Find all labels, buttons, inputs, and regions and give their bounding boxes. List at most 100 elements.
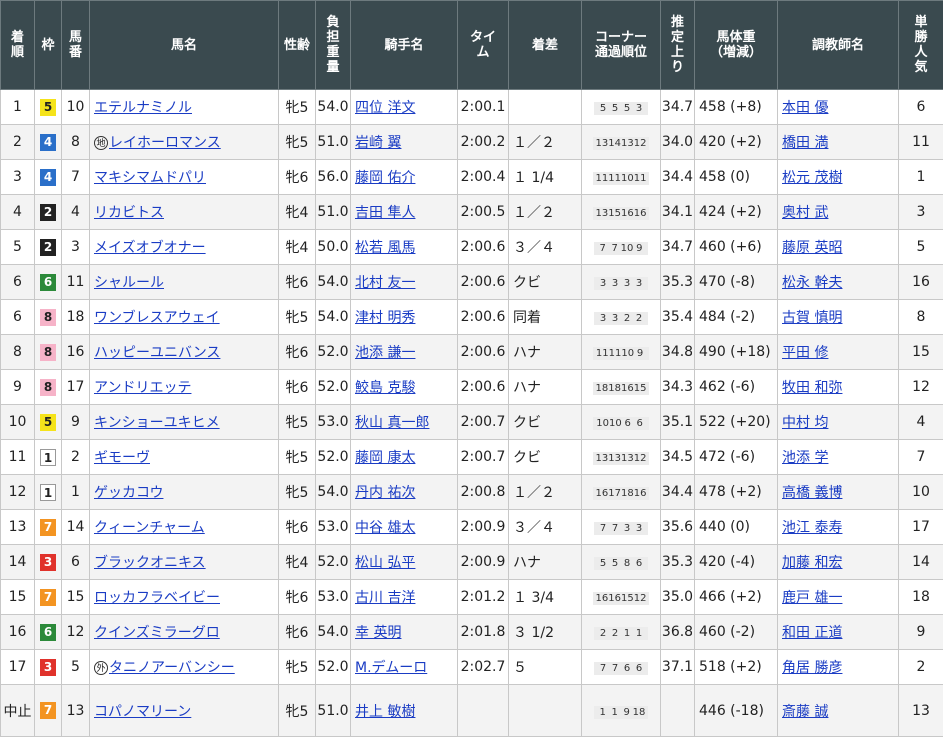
corner-position: 11 <box>595 173 609 184</box>
horse-name-link[interactable]: メイズオブオナー <box>94 240 206 256</box>
body-weight-cell: 522 (+20) <box>694 404 778 440</box>
corner-position: 7 <box>599 663 607 674</box>
horse-name-link[interactable]: コパノマリーン <box>94 704 191 720</box>
jockey-link[interactable]: 四位 洋文 <box>355 100 415 116</box>
jockey-link[interactable]: 幸 英明 <box>355 625 401 641</box>
jockey-link[interactable]: 中谷 雄太 <box>355 520 415 536</box>
waku-cell: 8 <box>34 369 62 405</box>
jockey-link[interactable]: 吉田 隼人 <box>355 205 415 221</box>
jockey-link[interactable]: 松山 弘平 <box>355 555 415 571</box>
header-text: 通過順位 <box>594 45 647 60</box>
horse-name-link[interactable]: レイホーロマンス <box>109 135 221 151</box>
jockey-link[interactable]: 井上 敏樹 <box>355 704 415 720</box>
jockey-link[interactable]: 丹内 祐次 <box>355 485 415 501</box>
popularity-value: 6 <box>916 99 926 115</box>
time-cell: 2:00.7 <box>457 404 509 440</box>
horse-name-link[interactable]: ギモーヴ <box>94 450 150 466</box>
jockey-cell: 幸 英明 <box>350 614 458 650</box>
horse-name-link[interactable]: ワンブレスアウェイ <box>94 310 220 326</box>
horse-name-link[interactable]: タニノアーバンシー <box>109 660 235 676</box>
table-row: 8 8 16 ハッピーユニバンス 牝6 52.0 池添 謙一 2:00.6 ハナ 11 11 10 9 3… <box>0 334 943 370</box>
weight-cell: 51.0 <box>315 684 351 737</box>
horse-name-link[interactable]: ゲッカコウ <box>94 485 163 501</box>
corner-cell: 13 13 13 12 <box>581 439 661 475</box>
trainer-link[interactable]: 奥村 武 <box>782 205 828 221</box>
jockey-link[interactable]: 秋山 真一郎 <box>355 415 429 431</box>
corner-position: 3 <box>635 523 643 534</box>
horse-name-link[interactable]: ブラックオニキス <box>94 555 206 571</box>
horse-name-link[interactable]: エテルナミノル <box>94 100 192 116</box>
horse-name-link[interactable]: キンショーユキヒメ <box>94 415 220 431</box>
sex-age-cell: 牝4 <box>278 229 316 265</box>
last3f-value: 34.4 <box>661 484 694 500</box>
jockey-link[interactable]: 松若 風馬 <box>355 240 415 256</box>
horse-name-link[interactable]: マキシマムドパリ <box>94 170 206 186</box>
horse-name-link[interactable]: ハッピーユニバンス <box>94 345 220 361</box>
corner-positions: 13 14 13 12 <box>592 137 650 150</box>
horse-origin-mark: 地 <box>94 136 108 150</box>
corner-position: 7 <box>611 523 619 534</box>
margin-cell: ハナ <box>508 369 582 405</box>
waku-cell: 7 <box>34 509 62 545</box>
jockey-link[interactable]: 鮫島 克駿 <box>355 380 415 396</box>
rank-cell: 11 <box>0 439 35 475</box>
corner-positions: 10 10 6 6 <box>593 417 649 430</box>
popularity-cell: 13 <box>898 684 943 737</box>
trainer-link[interactable]: 松永 幹夫 <box>782 275 842 291</box>
trainer-link[interactable]: 平田 修 <box>782 345 828 361</box>
corner-position: 18 <box>632 706 646 718</box>
weight-value: 54.0 <box>317 484 349 500</box>
last3f-value: 35.0 <box>661 589 694 605</box>
sex-age-value: 牝5 <box>285 415 309 431</box>
rank-cell: 6 <box>0 299 35 335</box>
body-weight-cell: 518 (+2) <box>694 649 778 685</box>
jockey-link[interactable]: M.デムーロ <box>355 660 427 676</box>
waku-badge: 6 <box>40 623 56 641</box>
horse-name-link[interactable]: ロッカフラベイビー <box>94 590 220 606</box>
jockey-link[interactable]: 北村 友一 <box>355 275 415 291</box>
trainer-link[interactable]: 高橋 義博 <box>782 485 842 501</box>
horse-name-link[interactable]: リカビトス <box>94 205 164 221</box>
sex-age-value: 牝6 <box>285 520 309 536</box>
trainer-link[interactable]: 古賀 慎明 <box>782 310 842 326</box>
popularity-cell: 10 <box>898 474 943 510</box>
table-row: 17 3 5 外タニノアーバンシー 牝5 52.0 M.デムーロ 2:02.7 ５ 7 7 6 6 37.… <box>0 649 943 685</box>
trainer-link[interactable]: 鹿戸 雄一 <box>782 590 842 606</box>
header-text: （増減） <box>709 45 762 60</box>
trainer-link[interactable]: 藤原 英昭 <box>782 240 842 256</box>
body-weight-cell: 458 (0) <box>694 159 778 195</box>
trainer-link[interactable]: 斎藤 誠 <box>782 704 828 720</box>
trainer-link[interactable]: 橋田 満 <box>782 135 828 151</box>
weight-value: 56.0 <box>317 169 349 185</box>
trainer-link[interactable]: 和田 正道 <box>782 625 842 641</box>
jockey-link[interactable]: 古川 吉洋 <box>355 590 415 606</box>
last3f-value: 34.7 <box>661 239 694 255</box>
popularity-value: 15 <box>912 344 930 360</box>
corner-position: 5 <box>611 103 619 114</box>
trainer-link[interactable]: 中村 均 <box>782 415 828 431</box>
trainer-link[interactable]: 加藤 和宏 <box>782 555 842 571</box>
horse-name-link[interactable]: クィーンチャーム <box>94 520 205 536</box>
trainer-link[interactable]: 牧田 和弥 <box>782 380 842 396</box>
jockey-link[interactable]: 藤岡 康太 <box>355 450 415 466</box>
trainer-link[interactable]: 角居 勝彦 <box>782 660 842 676</box>
popularity-value: 12 <box>912 379 930 395</box>
trainer-link[interactable]: 本田 優 <box>782 100 828 116</box>
horse-name-cell: メイズオブオナー <box>89 229 279 265</box>
jockey-link[interactable]: 藤岡 佑介 <box>355 170 415 186</box>
sex-age-value: 牝4 <box>285 555 309 571</box>
trainer-link[interactable]: 池江 泰寿 <box>782 520 842 536</box>
corner-position: 5 <box>599 103 607 114</box>
jockey-link[interactable]: 津村 明秀 <box>355 310 415 326</box>
horse-name-link[interactable]: シャルール <box>94 275 164 291</box>
horse-name-link[interactable]: クインズミラーグロ <box>94 625 220 641</box>
header-body-weight: 馬体重 （増減） <box>694 0 778 90</box>
horse-name-link[interactable]: アンドリエッテ <box>94 380 191 396</box>
sex-age-cell: 牝6 <box>278 509 316 545</box>
jockey-link[interactable]: 池添 謙一 <box>355 345 415 361</box>
jockey-link[interactable]: 岩崎 翼 <box>355 135 401 151</box>
trainer-link[interactable]: 松元 茂樹 <box>782 170 842 186</box>
header-trainer: 調教師名 <box>777 0 899 90</box>
rank-value: 16 <box>8 624 27 640</box>
trainer-link[interactable]: 池添 学 <box>782 450 828 466</box>
